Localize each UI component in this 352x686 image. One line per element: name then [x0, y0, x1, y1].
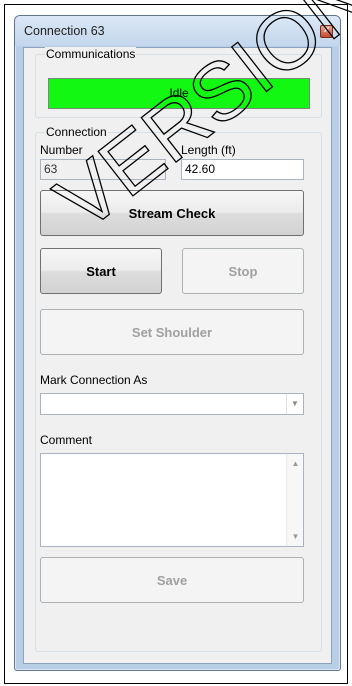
window-title: Connection 63	[24, 24, 105, 38]
close-icon[interactable]: ×	[320, 25, 333, 38]
comment-scrollbar[interactable]: ▲ ▼	[286, 454, 303, 546]
chevron-down-icon[interactable]: ▼	[286, 394, 303, 414]
scroll-down-icon[interactable]: ▼	[287, 532, 304, 541]
comment-label: Comment	[40, 433, 93, 447]
connection-window: Connection 63 × Communications Idle Conn…	[14, 15, 341, 671]
communications-group-label: Communications	[45, 47, 137, 61]
length-label: Length (ft)	[181, 143, 236, 157]
length-field[interactable]: 42.60	[181, 159, 304, 180]
comment-textarea[interactable]: ▲ ▼	[40, 453, 304, 547]
connection-group-label: Connection	[45, 125, 108, 139]
save-button[interactable]: Save	[40, 557, 304, 603]
connection-group: Connection Number Length (ft) 63 42.60 S…	[35, 125, 322, 652]
number-field: 63	[40, 159, 166, 180]
set-shoulder-button[interactable]: Set Shoulder	[40, 309, 304, 355]
form-client-area: Communications Idle Connection Number Le…	[23, 47, 332, 664]
scroll-up-icon[interactable]: ▲	[287, 459, 304, 468]
start-button[interactable]: Start	[40, 248, 162, 294]
number-label: Number	[40, 143, 83, 157]
mark-connection-select[interactable]: ▼	[40, 393, 304, 415]
communications-group: Communications Idle	[35, 47, 322, 118]
status-indicator: Idle	[48, 78, 310, 109]
mark-connection-label: Mark Connection As	[40, 373, 148, 387]
stop-button[interactable]: Stop	[182, 248, 304, 294]
title-bar[interactable]: Connection 63 ×	[15, 16, 340, 46]
stream-check-button[interactable]: Stream Check	[40, 190, 304, 236]
